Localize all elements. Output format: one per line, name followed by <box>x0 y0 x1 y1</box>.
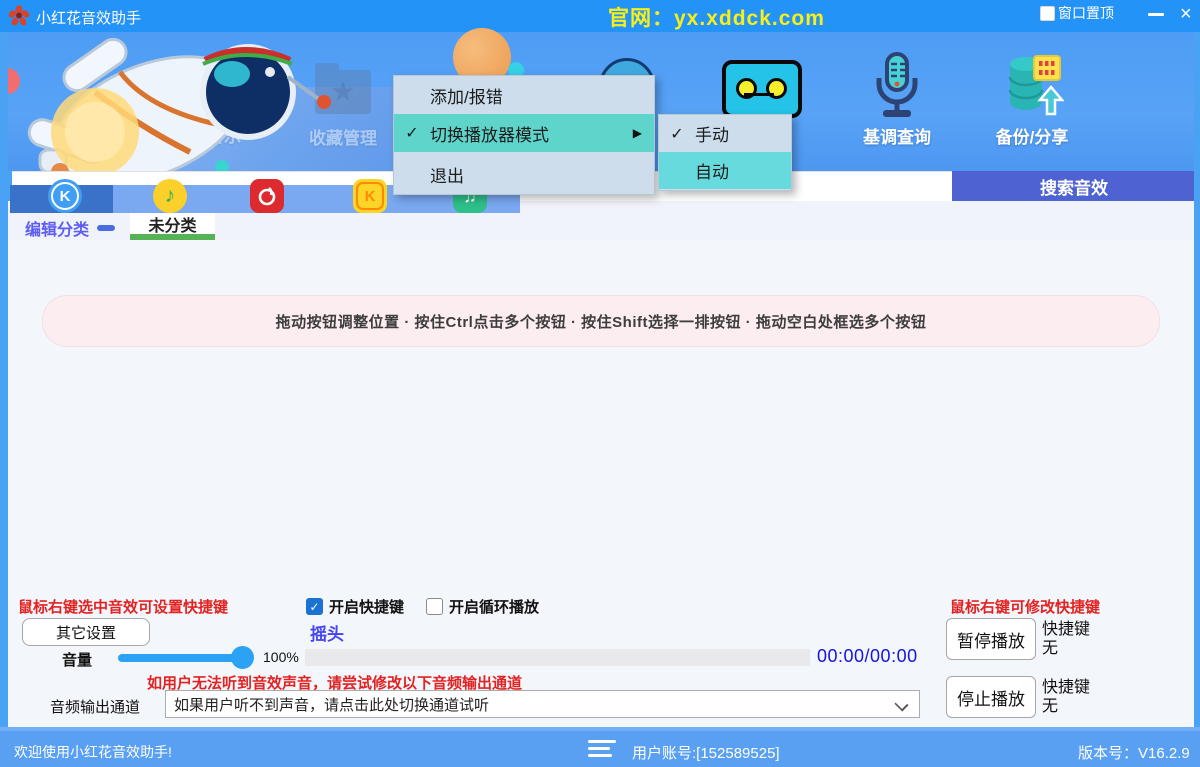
hotkey-hint-right: 鼠标右键可修改快捷键 <box>950 596 1100 617</box>
checkbox-icon[interactable] <box>1040 6 1055 21</box>
submenu-item-auto[interactable]: 自动 <box>659 152 791 189</box>
account-text: 用户账号:[152589525] <box>632 742 780 763</box>
toolbar-item-key-query[interactable]: 基调查询 <box>842 52 952 148</box>
close-button[interactable]: × <box>1180 2 1192 26</box>
title-bar: 小红花音效助手 官网：yx.xddck.com 窗口置顶 × <box>0 0 1200 32</box>
toolbar-item-backup-share[interactable]: 备份/分享 <box>977 52 1087 148</box>
current-sound-name[interactable]: 摇头 <box>310 620 344 645</box>
welcome-text: 欢迎使用小红花音效助手! <box>14 742 172 762</box>
edit-category-control[interactable]: 编辑分类 <box>25 216 115 240</box>
volume-value: 100% <box>263 649 299 665</box>
player-mode-cassette-icon[interactable] <box>722 60 802 118</box>
volume-label: 音量 <box>62 649 92 670</box>
check-icon: ✓ <box>394 123 430 143</box>
loop-play-checkbox[interactable]: 开启循环播放 <box>426 596 539 617</box>
checkbox-checked-icon[interactable]: ✓ <box>306 598 323 615</box>
checkbox-unchecked-icon[interactable] <box>426 598 443 615</box>
kugou-music-icon[interactable]: K <box>48 179 82 213</box>
menu-item-add-report[interactable]: 添加/报错 <box>394 76 654 114</box>
playback-progress-bar[interactable] <box>305 649 810 666</box>
volume-slider-thumb[interactable] <box>231 646 254 669</box>
flower-logo-icon <box>8 5 30 27</box>
status-bar: 欢迎使用小红花音效助手! 用户账号:[152589525] 版本号：V16.2.… <box>0 727 1200 767</box>
search-button[interactable]: 搜索音效 <box>952 171 1196 201</box>
window-title: 小红花音效助手 <box>36 7 141 28</box>
qq-music-icon[interactable]: ♪ <box>153 179 187 213</box>
astronaut-mascot-image <box>0 32 360 177</box>
window-border-right <box>1194 32 1200 727</box>
submenu-item-manual[interactable]: ✓ 手动 <box>659 115 791 152</box>
kuwo-music-icon[interactable]: K <box>353 179 387 213</box>
version-text: 版本号：V16.2.9 <box>1078 742 1190 763</box>
tab-uncategorized[interactable]: 未分类 <box>130 213 215 234</box>
stop-hotkey-info: 快捷键 无 <box>1042 678 1090 716</box>
netease-music-icon[interactable] <box>250 179 284 213</box>
pin-window-checkbox[interactable]: 窗口置顶 <box>1040 3 1114 23</box>
audio-channel-dropdown[interactable]: 如果用户听不到声音，请点击此处切换通道试听 <box>165 690 920 718</box>
minimize-button[interactable] <box>1148 13 1164 16</box>
player-mode-submenu: ✓ 手动 自动 <box>658 114 792 191</box>
backup-database-icon <box>1000 52 1064 118</box>
stop-button[interactable]: 停止播放 <box>946 676 1036 718</box>
audio-channel-value: 如果用户听不到声音，请点击此处切换通道试听 <box>174 694 489 715</box>
pause-hotkey-info: 快捷键 无 <box>1042 620 1090 658</box>
hotkey-hint-left: 鼠标右键选中音效可设置快捷键 <box>18 596 228 617</box>
menu-item-switch-player-mode[interactable]: ✓ 切换播放器模式 ▶ <box>394 114 654 152</box>
menu-item-exit[interactable]: 退出 <box>394 154 654 194</box>
pause-button[interactable]: 暂停播放 <box>946 618 1036 660</box>
playback-time: 00:00/00:00 <box>817 646 918 667</box>
other-settings-button[interactable]: 其它设置 <box>22 618 150 646</box>
menu-hamburger-icon[interactable] <box>588 740 616 761</box>
chevron-down-icon <box>894 697 908 711</box>
pin-window-label: 窗口置顶 <box>1058 3 1114 23</box>
submenu-arrow-icon: ▶ <box>633 126 642 140</box>
app-window: 小红花音效助手 官网：yx.xddck.com 窗口置顶 × 背景音乐 ★ 收藏… <box>0 0 1200 767</box>
audio-channel-label: 音频输出通道 <box>50 696 140 717</box>
official-website-text[interactable]: 官网：yx.xddck.com <box>608 2 825 32</box>
check-icon: ✓ <box>659 124 695 144</box>
microphone-icon <box>867 52 927 118</box>
window-border-left <box>0 32 8 727</box>
netease-note-glyph <box>256 185 278 207</box>
enable-hotkey-label: 开启快捷键 <box>329 596 404 617</box>
drag-handle-icon <box>97 225 115 231</box>
hint-banner: 拖动按钮调整位置 · 按住Ctrl点击多个按钮 · 按住Shift选择一排按钮 … <box>42 295 1160 347</box>
enable-hotkey-checkbox[interactable]: ✓ 开启快捷键 <box>306 596 404 617</box>
loop-play-label: 开启循环播放 <box>449 596 539 617</box>
context-menu: 添加/报错 ✓ 切换播放器模式 ▶ 退出 <box>393 75 655 195</box>
edit-category-label: 编辑分类 <box>25 216 89 240</box>
